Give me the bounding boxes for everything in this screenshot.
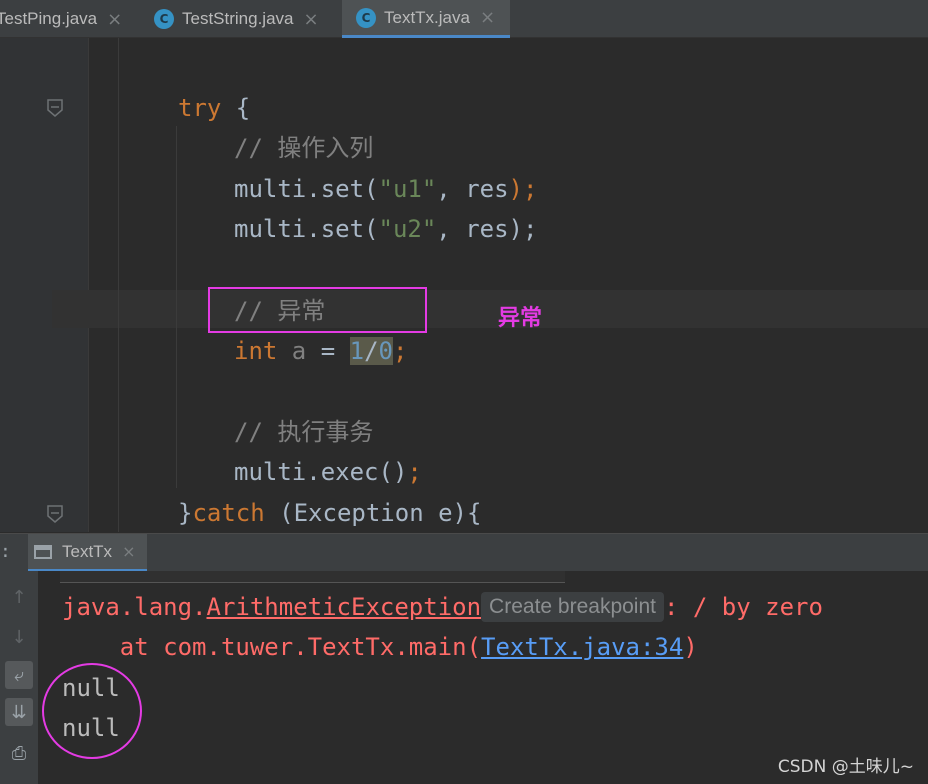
close-icon[interactable]: × (304, 9, 319, 30)
code-text: , res (436, 175, 509, 203)
print-icon[interactable]: ⎙ (5, 739, 33, 767)
keyword: int (234, 337, 278, 365)
exception-message: : / by zero (663, 593, 823, 621)
code-text: ; (392, 337, 408, 365)
current-line-highlight (52, 290, 928, 328)
keyword: catch (192, 499, 265, 527)
number-literal: 0 (378, 337, 393, 365)
code-text: multi.exec() (234, 458, 408, 486)
console-icon (34, 544, 52, 559)
unused-variable: a (277, 337, 307, 365)
line-gutter[interactable] (0, 38, 88, 532)
code-text: } (178, 499, 193, 527)
class-icon: C (356, 7, 376, 28)
editor-tab-bar: TestPing.java × C TestString.java × C Te… (0, 0, 928, 38)
code-text: ); (508, 215, 538, 243)
exception-class-link[interactable]: ArithmeticException (207, 593, 482, 621)
close-icon[interactable]: × (107, 9, 122, 30)
code-text: multi.set( (234, 175, 379, 203)
console-toolbar: ↑ ↓ ⤶ ⇊ ⎙ (0, 571, 38, 784)
number-literal: 1 (349, 337, 365, 365)
scroll-to-end-icon[interactable]: ⇊ (5, 698, 33, 726)
code-line-try[interactable]: try { (178, 88, 250, 128)
string-literal: "u1" (378, 175, 437, 203)
code-line-set-u2[interactable]: multi.set("u2", res); (234, 209, 537, 249)
fold-marker-icon[interactable] (46, 98, 64, 118)
gutter-divider (88, 38, 89, 532)
code-text: / (364, 337, 379, 365)
code-editor[interactable]: try { // 操作入列 multi.set("u1", res); mult… (0, 38, 928, 532)
code-text: ; (407, 458, 422, 486)
indent-guide (176, 126, 177, 488)
arrow-down-icon[interactable]: ↓ (5, 623, 33, 651)
fold-marker-icon[interactable] (46, 504, 64, 524)
code-line-comment[interactable]: // 操作入列 (234, 128, 373, 168)
run-tab-label: TextTx (62, 541, 113, 561)
console-line-stacktrace[interactable]: at com.tuwer.TextTx.main(TextTx.java:34) (62, 627, 698, 667)
tab-label: TextTx.java (384, 7, 470, 27)
code-text: , res (436, 215, 509, 243)
code-text: ); (508, 175, 538, 203)
code-text: (Exception e){ (264, 499, 482, 527)
code-line-set-u1[interactable]: multi.set("u1", res); (234, 169, 537, 209)
tab-texttx[interactable]: C TextTx.java × (342, 0, 510, 38)
exception-package: java.lang. (62, 593, 207, 621)
arrow-up-icon[interactable]: ↑ (5, 583, 33, 611)
clipped-output-line (60, 571, 565, 583)
tab-label: TestPing.java (0, 9, 98, 28)
code-comment: // 执行事务 (234, 418, 374, 446)
tab-testping[interactable]: TestPing.java × (0, 0, 142, 38)
code-line-exec[interactable]: multi.exec(); (234, 452, 422, 492)
keyword: try (178, 94, 222, 122)
watermark: CSDN @土味儿~ (777, 757, 914, 777)
tab-label: TestString.java (182, 9, 294, 28)
indent-guide (118, 38, 119, 532)
stack-frame: at com.tuwer.TextTx.main( (62, 633, 482, 661)
code-line-catch[interactable]: }catch (Exception e){ (178, 493, 481, 532)
highlight-circle (42, 663, 142, 759)
run-tool-window-header: TextTx × (0, 533, 928, 572)
console-line-exception[interactable]: java.lang.ArithmeticException Create brea… (62, 587, 823, 627)
code-text: { (221, 94, 251, 122)
annotation-label: 异常 (498, 306, 543, 331)
run-tab-texttx[interactable]: TextTx × (28, 534, 148, 572)
string-literal: "u2" (378, 215, 437, 243)
create-breakpoint-tooltip[interactable]: Create breakpoint (481, 592, 664, 622)
source-link[interactable]: TextTx.java:34 (481, 633, 683, 661)
code-line-comment[interactable]: // 执行事务 (234, 412, 373, 452)
tab-teststring[interactable]: C TestString.java × (142, 0, 342, 38)
close-icon[interactable]: × (122, 542, 135, 561)
class-icon: C (154, 9, 174, 29)
stack-frame-end: ) (683, 633, 698, 661)
run-label-clipped: : (0, 541, 11, 562)
highlight-box (208, 287, 427, 333)
code-text: multi.set( (234, 215, 379, 243)
code-line-int[interactable]: int a = 1/0; (234, 331, 407, 371)
close-icon[interactable]: × (480, 7, 495, 28)
code-comment: // 操作入列 (234, 134, 374, 162)
soft-wrap-icon[interactable]: ⤶ (5, 661, 33, 689)
code-text: = (306, 337, 350, 365)
